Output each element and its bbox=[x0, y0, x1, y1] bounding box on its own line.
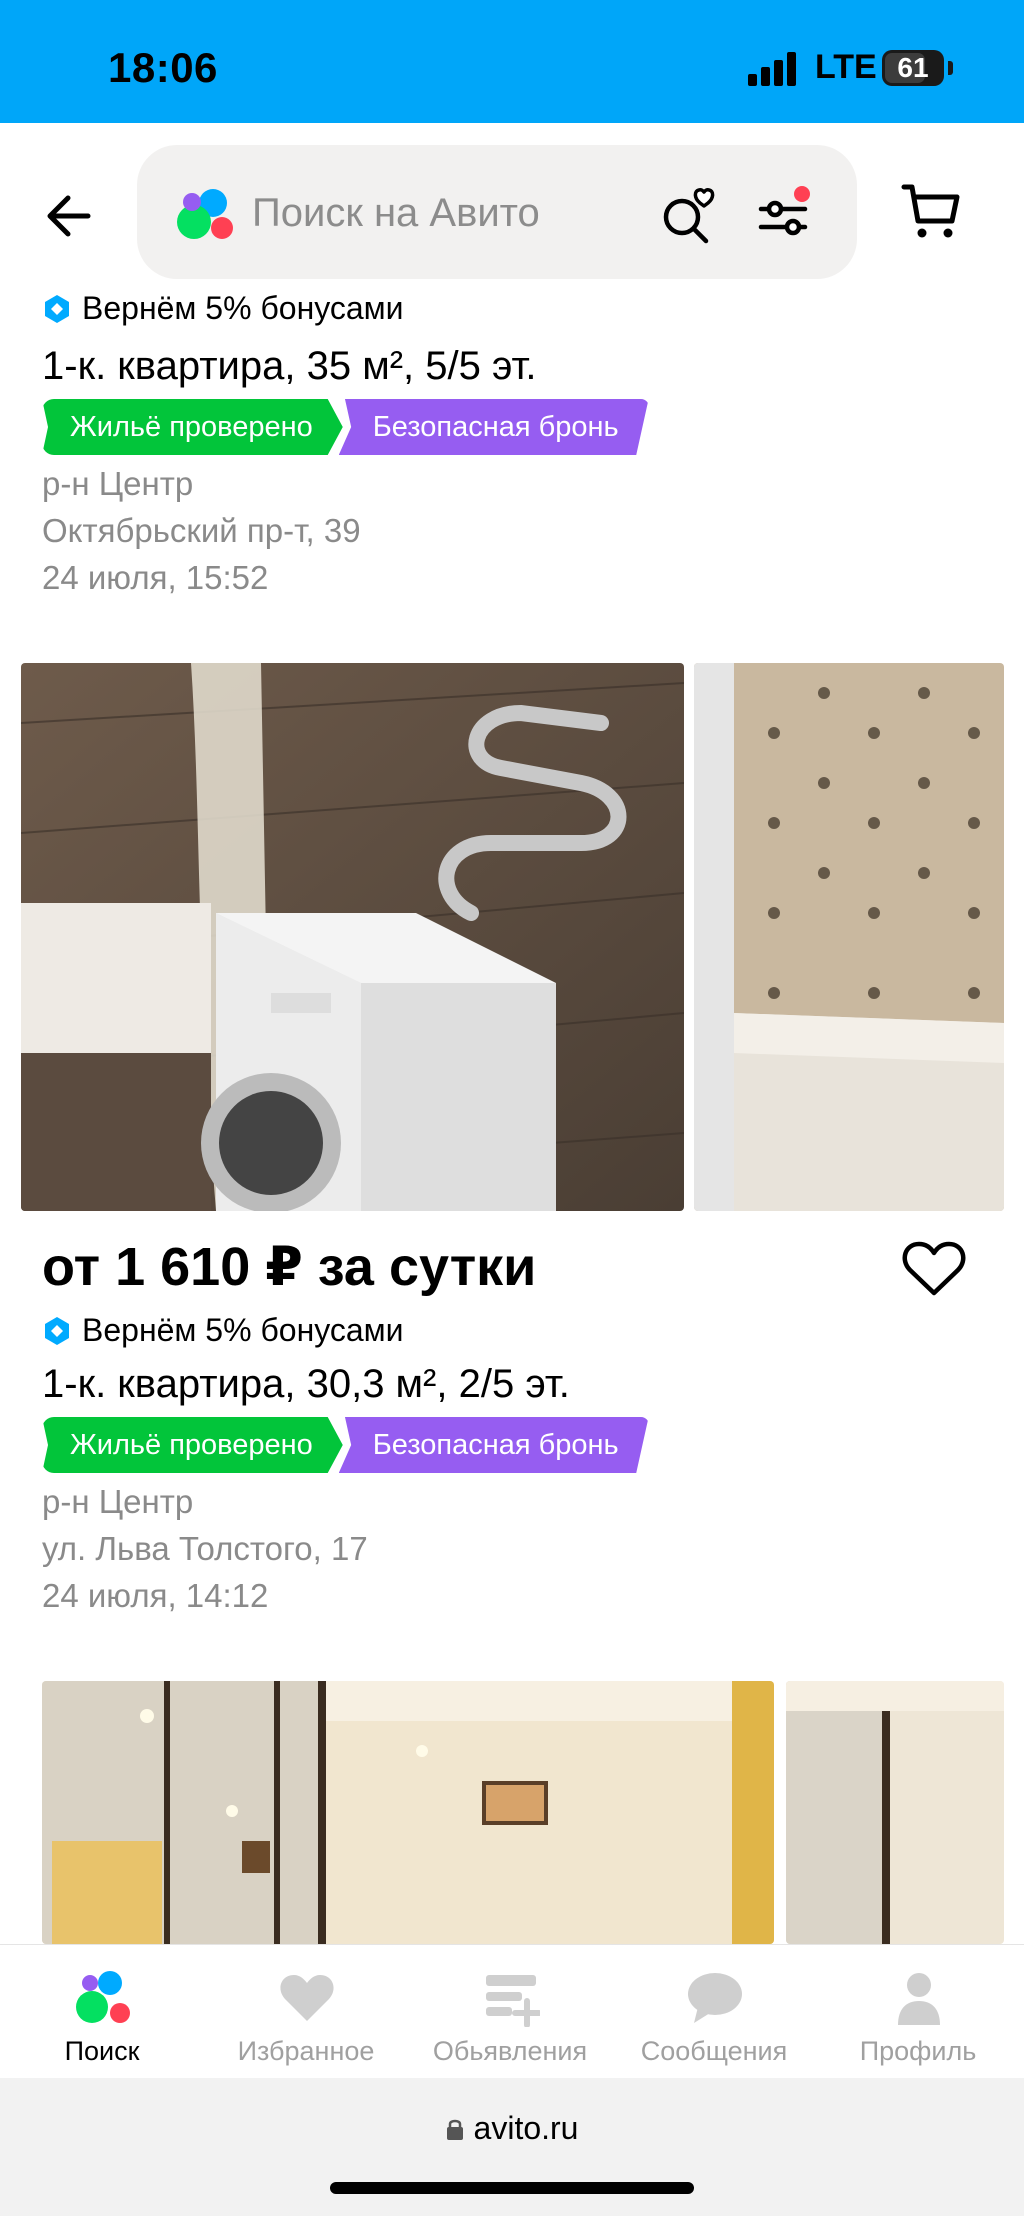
tab-profile[interactable]: Профиль bbox=[816, 1945, 1020, 2079]
signal-icon bbox=[748, 52, 800, 86]
bonus-row: Вернём 5% бонусами bbox=[42, 290, 404, 327]
avito-logo-icon bbox=[177, 189, 233, 241]
tab-search[interactable]: Поиск bbox=[0, 1945, 204, 2079]
cart-icon[interactable] bbox=[900, 181, 962, 243]
home-indicator bbox=[330, 2182, 694, 2194]
heart-icon bbox=[278, 1969, 336, 2027]
tab-label: Избранное bbox=[237, 2036, 375, 2066]
bottom-tab-bar: Поиск Избранное Обьявления Сообщения Про… bbox=[0, 1944, 1024, 2078]
search-header: Поиск на Авито bbox=[0, 123, 1024, 288]
favorite-button[interactable] bbox=[902, 1240, 966, 1298]
lock-icon bbox=[446, 2119, 463, 2140]
tab-favorites[interactable]: Избранное bbox=[204, 1945, 408, 2079]
tab-label: Поиск bbox=[64, 2036, 140, 2066]
tab-listings[interactable]: Обьявления bbox=[408, 1945, 612, 2079]
profile-icon bbox=[890, 1969, 948, 2027]
url-display[interactable]: avito.ru bbox=[0, 2110, 1024, 2147]
back-button[interactable] bbox=[40, 185, 102, 247]
listing-photo[interactable] bbox=[21, 663, 684, 1211]
bonus-row: Вернём 5% бонусами bbox=[42, 1312, 404, 1349]
avito-logo-icon bbox=[74, 1969, 132, 2027]
listing-price[interactable]: от 1 610 ₽ за сутки bbox=[42, 1235, 536, 1298]
listing-title[interactable]: 1-к. квартира, 35 м², 5/5 эт. bbox=[42, 344, 537, 389]
browser-url-bar[interactable]: avito.ru bbox=[0, 2078, 1024, 2216]
arrow-left-icon bbox=[47, 195, 91, 237]
listing-district: р-н Центр bbox=[42, 465, 194, 502]
battery-cap bbox=[948, 61, 953, 75]
tab-messages[interactable]: Сообщения bbox=[612, 1945, 816, 2079]
listing-photo[interactable] bbox=[786, 1681, 1004, 1944]
add-listing-icon bbox=[482, 1969, 542, 2028]
listing-date: 24 июля, 15:52 bbox=[42, 559, 269, 596]
badge-safe-booking: Безопасная бронь bbox=[338, 1417, 649, 1473]
status-time: 18:06 bbox=[108, 44, 218, 91]
search-bar[interactable]: Поиск на Авито bbox=[137, 145, 857, 279]
saved-search-icon[interactable] bbox=[660, 185, 716, 245]
tab-label: Профиль bbox=[859, 2036, 977, 2066]
chat-bubble-icon bbox=[686, 1969, 744, 2027]
listing-address: ул. Льва Толстого, 17 bbox=[42, 1530, 368, 1567]
tab-label: Обьявления bbox=[432, 2036, 588, 2066]
listing-photo[interactable] bbox=[694, 663, 1004, 1211]
badges: Жильё проверено Безопасная бронь bbox=[42, 1417, 649, 1473]
listing-title[interactable]: 1-к. квартира, 30,3 м², 2/5 эт. bbox=[42, 1362, 570, 1407]
heart-outline-icon bbox=[902, 1241, 966, 1296]
badge-verified: Жильё проверено bbox=[42, 399, 343, 455]
listing-district: р-н Центр bbox=[42, 1483, 194, 1520]
tab-label: Сообщения bbox=[640, 2036, 788, 2066]
listing-date: 24 июля, 14:12 bbox=[42, 1577, 269, 1614]
badge-verified: Жильё проверено bbox=[42, 1417, 343, 1473]
badges: Жильё проверено Безопасная бронь bbox=[42, 399, 649, 455]
listing-address: Октябрьский пр-т, 39 bbox=[42, 512, 361, 549]
url-text: avito.ru bbox=[473, 2110, 579, 2146]
bonus-icon bbox=[45, 294, 69, 323]
search-input[interactable]: Поиск на Авито bbox=[252, 191, 540, 236]
status-bar: 18:06 LTE 61 bbox=[0, 0, 1024, 123]
battery-level: 61 bbox=[897, 52, 929, 83]
filter-icon[interactable] bbox=[755, 185, 815, 245]
bonus-text: Вернём 5% бонусами bbox=[82, 290, 404, 326]
network-type: LTE bbox=[815, 48, 877, 86]
battery-icon: 61 bbox=[882, 50, 944, 86]
listing-photo[interactable] bbox=[42, 1681, 774, 1944]
bonus-text: Вернём 5% бонусами bbox=[82, 1312, 404, 1348]
bonus-icon bbox=[45, 1316, 69, 1345]
badge-safe-booking: Безопасная бронь bbox=[338, 399, 649, 455]
